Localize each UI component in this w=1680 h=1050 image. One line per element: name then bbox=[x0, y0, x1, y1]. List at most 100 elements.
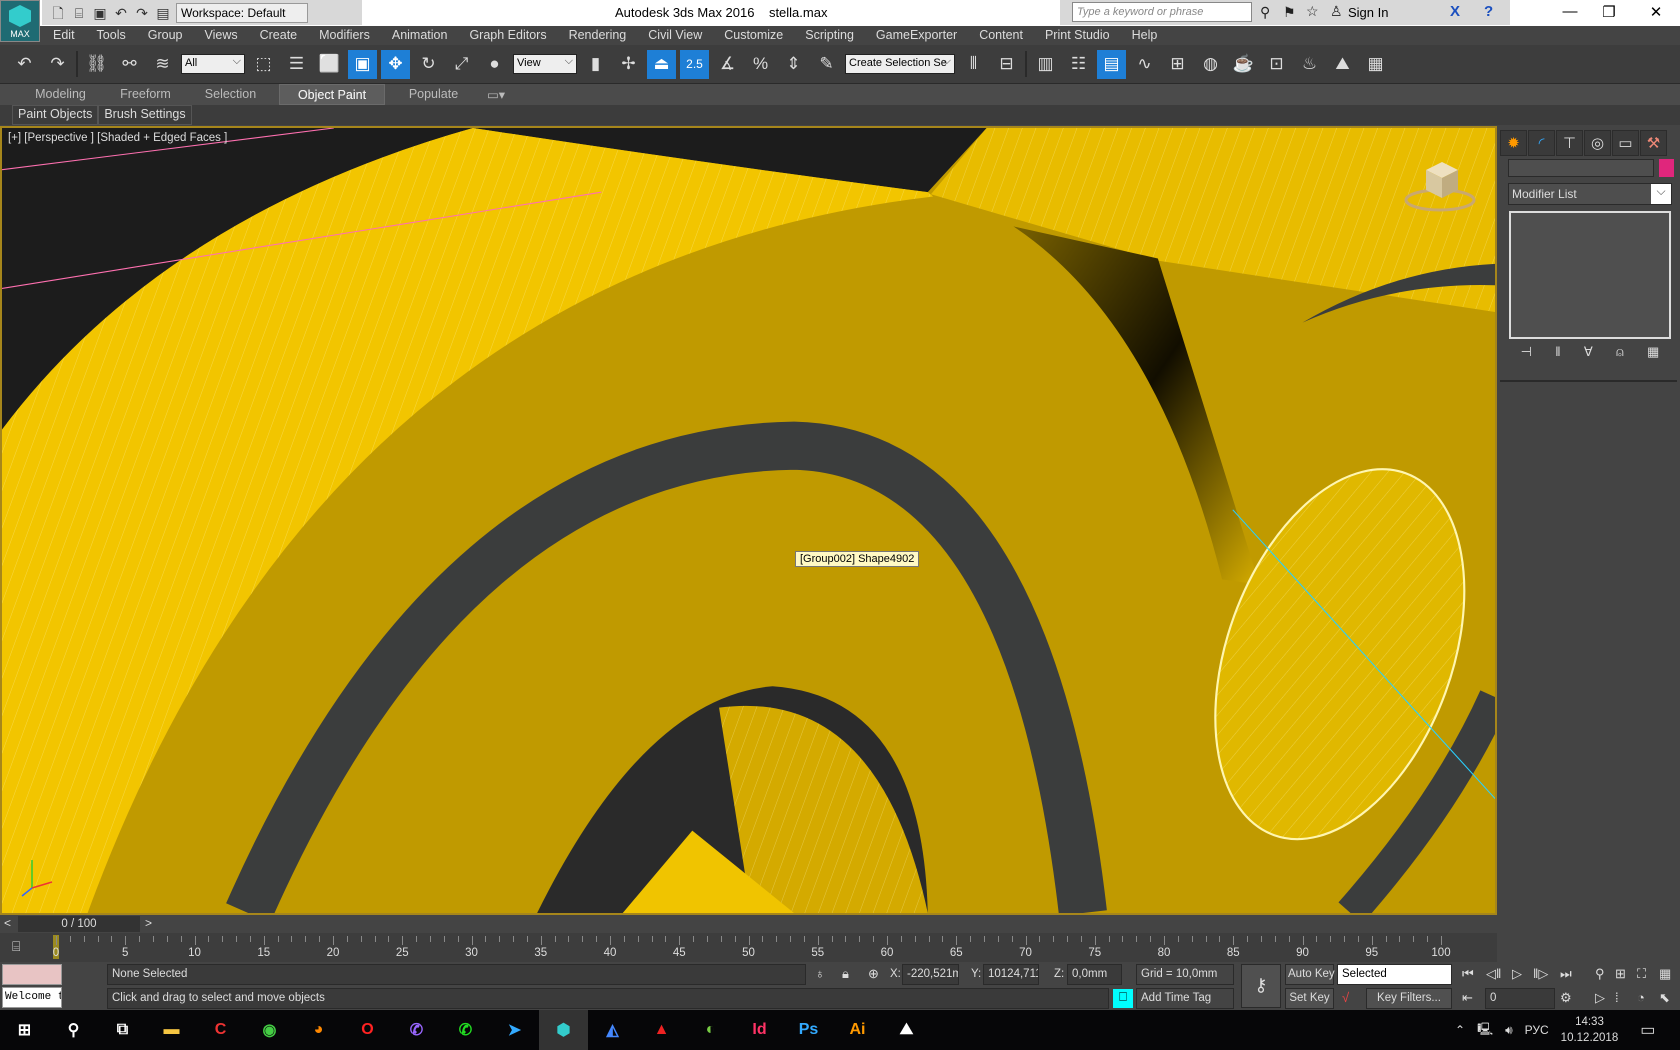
keyword-search-input[interactable] bbox=[1072, 2, 1252, 22]
time-slider[interactable]: < 0 / 100 > bbox=[0, 915, 1497, 933]
time-configuration-icon[interactable]: ⚙ bbox=[1560, 990, 1572, 1006]
reference-coordinate-dropdown[interactable]: View bbox=[513, 54, 577, 74]
selection-lock-icon[interactable]: 🔒︎ bbox=[842, 966, 849, 982]
field-of-view-icon[interactable]: ▷ bbox=[1595, 990, 1605, 1006]
render-shortcuts-icon[interactable]: ▦ bbox=[1361, 50, 1390, 79]
select-object-icon[interactable]: ⬚ bbox=[249, 50, 278, 79]
help-icon[interactable]: ? bbox=[1484, 3, 1493, 20]
zoom-all-icon[interactable]: ⊞ bbox=[1615, 966, 1626, 982]
prev-frame-button[interactable]: < bbox=[4, 916, 11, 930]
zoom-extents-all-icon[interactable]: ▦ bbox=[1659, 966, 1671, 982]
communication-center-icon[interactable]: ⚑ bbox=[1283, 4, 1296, 21]
favorites-star-icon[interactable]: ☆ bbox=[1306, 3, 1319, 20]
redo-icon[interactable]: ↷ bbox=[43, 50, 72, 79]
make-unique-icon[interactable]: ∀ bbox=[1584, 344, 1593, 366]
sign-in-button[interactable]: Sign In bbox=[1348, 5, 1388, 20]
next-frame-button[interactable]: > bbox=[145, 916, 152, 930]
track-bar[interactable]: ⌸ 0 5 10 15 20 25 30 35 40 45 50 55 60 65 70 75 80 85 90 95… bbox=[0, 933, 1497, 962]
set-key-button[interactable]: Set Key bbox=[1285, 988, 1334, 1009]
previous-frame-icon[interactable]: ◁‖ bbox=[1486, 966, 1501, 982]
zoom-icon[interactable]: ⚲ bbox=[1595, 966, 1605, 982]
time-tag-icon[interactable]: ⎕ bbox=[1113, 989, 1133, 1008]
ccleaner-icon[interactable]: C bbox=[196, 1010, 245, 1050]
go-to-end-icon[interactable]: ⏭ bbox=[1560, 966, 1572, 982]
menu-content[interactable]: Content bbox=[968, 26, 1034, 45]
render-setup-icon[interactable]: ☕ bbox=[1229, 50, 1258, 79]
menu-create[interactable]: Create bbox=[249, 26, 309, 45]
binoculars-icon[interactable]: ⚲ bbox=[1260, 4, 1270, 21]
rendered-frame-window-icon[interactable]: ⊡ bbox=[1262, 50, 1291, 79]
undo-icon[interactable]: ↶ bbox=[113, 5, 129, 21]
keyboard-shortcut-override-icon[interactable]: ⏏ bbox=[647, 49, 676, 79]
workspace-dropdown[interactable]: Workspace: Default bbox=[176, 2, 308, 23]
menu-scripting[interactable]: Scripting bbox=[794, 26, 865, 45]
photos-icon[interactable]: ⛰ bbox=[882, 1010, 931, 1050]
x-coordinate-field[interactable]: -220,521m bbox=[902, 964, 959, 985]
edit-named-selection-icon[interactable]: ✎ bbox=[812, 50, 841, 79]
key-filters-button[interactable]: Key Filters... bbox=[1366, 988, 1452, 1009]
absolute-mode-icon[interactable]: ⊕ bbox=[868, 966, 879, 982]
layer-explorer-icon[interactable]: ☷ bbox=[1064, 50, 1093, 79]
select-and-place-icon[interactable]: ● bbox=[480, 50, 509, 79]
exchange-x-icon[interactable]: X bbox=[1450, 3, 1460, 20]
search-icon[interactable]: ⚲ bbox=[49, 1010, 98, 1050]
z-coordinate-field[interactable]: 0,0mm bbox=[1067, 964, 1122, 985]
acrobat-icon[interactable]: ▲ bbox=[637, 1010, 686, 1050]
clock[interactable]: 14:33 10.12.2018 bbox=[1561, 1014, 1619, 1046]
select-and-rotate-icon[interactable]: ↻ bbox=[414, 50, 443, 79]
add-time-tag-button[interactable]: Add Time Tag bbox=[1136, 988, 1234, 1009]
corel-icon[interactable]: ◐ bbox=[686, 1010, 735, 1050]
notifications-icon[interactable]: ▭ bbox=[1640, 1020, 1655, 1040]
whatsapp-icon[interactable]: ✆ bbox=[441, 1010, 490, 1050]
photoshop-icon[interactable]: Ps bbox=[784, 1010, 833, 1050]
utilities-icon[interactable]: ⚒ bbox=[1640, 130, 1667, 156]
show-end-result-icon[interactable]: ‖ bbox=[1555, 344, 1560, 366]
spinner-snap-icon[interactable]: ⇕ bbox=[779, 50, 808, 79]
minimize-button[interactable]: — bbox=[1550, 3, 1590, 20]
modify-icon[interactable]: ◜ bbox=[1528, 130, 1555, 156]
redo-icon[interactable]: ↷ bbox=[134, 5, 150, 21]
chrome-icon[interactable]: ◉ bbox=[245, 1010, 294, 1050]
indesign-icon[interactable]: Id bbox=[735, 1010, 784, 1050]
viber-icon[interactable]: ✆ bbox=[392, 1010, 441, 1050]
next-frame-icon[interactable]: ‖▷ bbox=[1533, 966, 1548, 982]
task-view-icon[interactable]: ⧉ bbox=[98, 1010, 147, 1050]
auto-key-button[interactable]: Auto Key bbox=[1285, 964, 1335, 985]
restore-button[interactable]: ❐ bbox=[1589, 3, 1629, 21]
curve-editor-icon[interactable]: ∿ bbox=[1130, 50, 1159, 79]
remove-modifier-icon[interactable]: ⍝ bbox=[1616, 344, 1624, 366]
tab-freeform[interactable]: Freeform bbox=[103, 84, 188, 105]
unlink-icon[interactable]: ⚯ bbox=[115, 50, 144, 79]
set-keys-key-icon[interactable]: ⚷ bbox=[1241, 964, 1281, 1008]
object-name-field[interactable] bbox=[1508, 159, 1654, 177]
time-slider-thumb[interactable]: 0 / 100 bbox=[18, 916, 140, 932]
modifier-stack[interactable] bbox=[1509, 211, 1671, 339]
menu-rendering[interactable]: Rendering bbox=[558, 26, 638, 45]
undo-icon[interactable]: ↶ bbox=[10, 50, 39, 79]
isolate-selection-icon[interactable]: ♁ bbox=[815, 966, 825, 981]
menu-animation[interactable]: Animation bbox=[381, 26, 459, 45]
link-icon[interactable]: ⛓ bbox=[82, 50, 111, 79]
select-and-move-icon[interactable]: ✥ bbox=[381, 49, 410, 79]
opera-icon[interactable]: O bbox=[343, 1010, 392, 1050]
current-frame-field[interactable]: 0 bbox=[1485, 988, 1555, 1009]
zoom-extents-icon[interactable]: ⛶ bbox=[1637, 966, 1646, 982]
rectangular-selection-icon[interactable]: ⬜ bbox=[315, 50, 344, 79]
menu-help[interactable]: Help bbox=[1121, 26, 1169, 45]
render-in-cloud-icon[interactable]: ⛰ bbox=[1328, 50, 1357, 79]
mirror-icon[interactable]: ⫴ bbox=[959, 50, 988, 79]
walk-through-icon[interactable]: ⁞ bbox=[1615, 990, 1619, 1005]
maxscript-output[interactable]: Welcome to M bbox=[2, 987, 62, 1008]
viewport-label[interactable]: [+] [Perspective ] [Shaded + Edged Faces… bbox=[8, 132, 227, 144]
maxscript-listener-mini[interactable] bbox=[2, 964, 62, 985]
illustrator-icon[interactable]: Ai bbox=[833, 1010, 882, 1050]
schematic-view-icon[interactable]: ⊞ bbox=[1163, 50, 1192, 79]
play-icon[interactable]: ▷ bbox=[1512, 966, 1522, 982]
save-icon[interactable]: ▣ bbox=[92, 5, 108, 21]
tab-modeling[interactable]: Modeling bbox=[18, 84, 103, 105]
windows-start-icon[interactable]: ⊞ bbox=[0, 1010, 49, 1050]
maximize-viewport-icon[interactable]: ⬉ bbox=[1659, 990, 1670, 1006]
volume-icon[interactable]: 🔊︎ bbox=[1505, 1023, 1513, 1038]
motion-icon[interactable]: ◎ bbox=[1584, 130, 1611, 156]
autodesk-app-icon[interactable]: ◭ bbox=[588, 1010, 637, 1050]
